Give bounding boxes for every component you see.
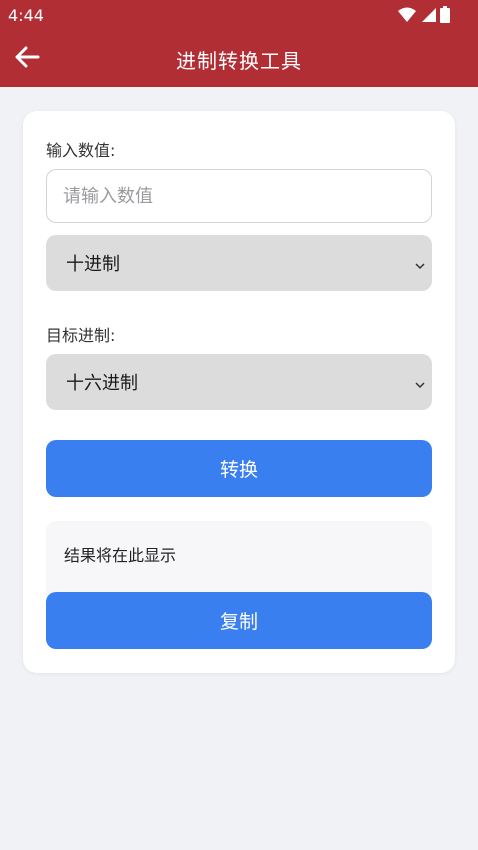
- source-base-value: 十进制: [66, 254, 120, 275]
- result-box: 结果将在此显示: [46, 521, 432, 601]
- chevron-down-icon: [414, 257, 426, 270]
- target-label: 目标进制:: [46, 326, 116, 345]
- converter-card: 输入数值: 十进制 目标进制: 十六进制 转换 结果将在此显示 复制: [23, 111, 455, 673]
- convert-button[interactable]: 转换: [46, 440, 432, 497]
- chevron-down-icon: [414, 376, 426, 389]
- input-label: 输入数值:: [46, 141, 116, 160]
- status-bar: 4:44: [0, 0, 478, 30]
- target-base-value: 十六进制: [66, 373, 138, 394]
- battery-icon: [440, 6, 450, 27]
- target-base-select[interactable]: 十六进制: [46, 354, 432, 410]
- copy-button[interactable]: 复制: [46, 592, 432, 649]
- status-icons: [398, 6, 450, 27]
- signal-icon: [420, 7, 436, 27]
- value-input[interactable]: [46, 169, 432, 223]
- result-text: 结果将在此显示: [64, 546, 177, 565]
- status-time: 4:44: [8, 6, 44, 25]
- source-base-select[interactable]: 十进制: [46, 235, 432, 291]
- app-bar: 进制转换工具: [0, 30, 478, 87]
- page-title: 进制转换工具: [176, 49, 302, 73]
- wifi-icon: [398, 7, 416, 27]
